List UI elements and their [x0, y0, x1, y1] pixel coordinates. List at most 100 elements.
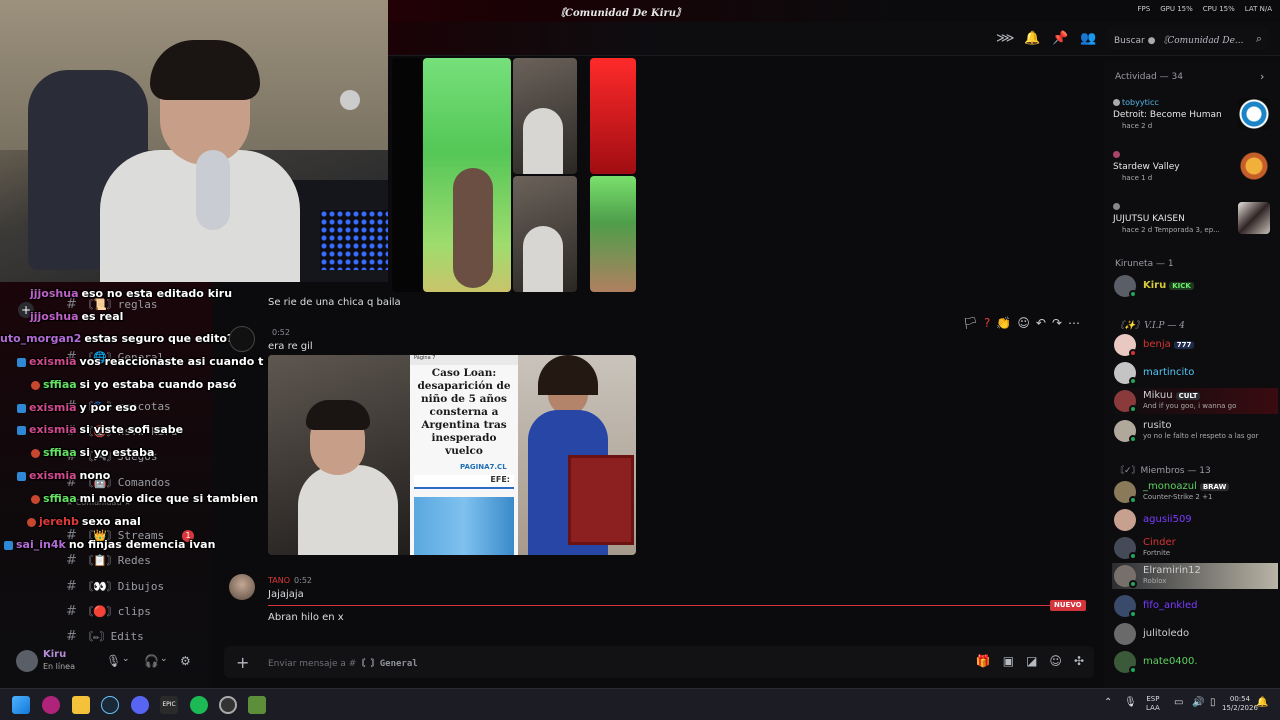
gear-icon[interactable]: ⚙: [180, 654, 191, 668]
member-monoazul[interactable]: _monoazul BRAW Counter-Strike 2 +1: [1112, 479, 1278, 505]
microphone-icon[interactable]: 🎙: [106, 654, 121, 668]
image-attachment[interactable]: [590, 176, 636, 292]
activity-card[interactable]: JUJUTSU KAISEN hace 2 d Temporada 3, ep.…: [1112, 202, 1276, 246]
search-icon: ⌕: [1255, 32, 1262, 45]
image-attachment[interactable]: [392, 58, 422, 292]
message-text: Se rie de una chica q baila: [268, 297, 401, 308]
forward-icon[interactable]: ↷: [1052, 316, 1062, 330]
activity-card[interactable]: Stardew Valley hace 1 d: [1112, 150, 1276, 194]
notification-icon[interactable]: 🔔: [1256, 698, 1268, 708]
system-stats-overlay: FPS GPU 15% CPU 15% LAT N/A: [1138, 5, 1273, 13]
fps-stat: FPS: [1137, 5, 1151, 13]
activity-card[interactable]: tobyyticc Detroit: Become Human hace 2 d: [1112, 98, 1276, 142]
search-input[interactable]: Buscar ● 〘Comunidad De... ⌕: [1108, 28, 1268, 50]
cpu-stat: CPU 15%: [1202, 5, 1235, 13]
windows-taskbar: EPIC ⌃ 🎙 ESP LAA ▭ 🔊 ▯ 00:54 15/2/2026 🔔: [0, 688, 1280, 720]
image-attachment[interactable]: [590, 58, 636, 174]
member-agusii509[interactable]: agusii509: [1112, 507, 1278, 533]
user-status: En línea: [43, 662, 76, 671]
member-benja[interactable]: benja 777: [1112, 332, 1278, 358]
channel-clips[interactable]: # 〘🔴〙clips: [66, 603, 206, 621]
discord-icon[interactable]: [131, 696, 149, 714]
reaction-clap-icon[interactable]: 👏: [996, 316, 1011, 330]
member-cinder[interactable]: Cinder Fortnite: [1112, 535, 1278, 561]
image-attachment[interactable]: [423, 58, 511, 292]
add-reaction-icon[interactable]: ☺: [1017, 316, 1030, 330]
message-composer[interactable]: + Enviar mensaje a #〘 〙General 🎁 ▣ ◪ ☺ ✣: [224, 646, 1094, 678]
battery-icon[interactable]: ▯: [1210, 698, 1216, 708]
sticker-icon[interactable]: ◪: [1026, 654, 1037, 668]
spotify-icon[interactable]: [190, 696, 208, 714]
member-martincito[interactable]: martincito: [1112, 360, 1278, 386]
channel-redes[interactable]: # 〘📋〙Redes: [66, 552, 206, 570]
role-header-miembros: 〘✓〙Miembros — 13: [1115, 466, 1211, 476]
member-fifo-ankled[interactable]: fifo_ankled: [1112, 593, 1278, 619]
emoji-icon[interactable]: ☺: [1049, 654, 1062, 668]
add-attachment-icon[interactable]: +: [236, 653, 249, 672]
clock[interactable]: 00:54 15/2/2026: [1222, 695, 1258, 713]
chevron-down-icon[interactable]: ⌄: [122, 654, 130, 664]
keyboard: [320, 210, 388, 270]
reaction-question-icon[interactable]: ?: [984, 316, 990, 330]
minecraft-icon[interactable]: [248, 696, 266, 714]
obs-icon[interactable]: [219, 696, 237, 714]
avatar[interactable]: [16, 650, 38, 672]
volume-icon[interactable]: 🔊: [1192, 698, 1204, 708]
role-header-kiruneta: Kiruneta — 1: [1115, 259, 1174, 269]
network-icon[interactable]: ▭: [1174, 698, 1183, 708]
channel-edits[interactable]: # 〘✏〙Edits: [66, 628, 206, 646]
apps-icon[interactable]: ✣: [1074, 654, 1084, 668]
member-julitoledo[interactable]: julitoledo: [1112, 621, 1278, 647]
folder-icon[interactable]: [72, 696, 90, 714]
reply-icon[interactable]: ↶: [1036, 316, 1046, 330]
role-header-vip: 〘✨〙V.I.P — 4: [1115, 321, 1185, 331]
image-attachment[interactable]: [513, 176, 577, 292]
pin-icon[interactable]: 📌: [1052, 31, 1068, 47]
member-elramirin12[interactable]: Elramirin12 Roblox: [1112, 563, 1278, 589]
chat-line: jjjoshua eso no esta editado kiru: [30, 287, 233, 300]
gif-icon[interactable]: ▣: [1003, 654, 1014, 668]
chevron-down-icon[interactable]: ⌄: [160, 654, 168, 664]
steam-icon[interactable]: [101, 696, 119, 714]
member-rusito[interactable]: rusito yo no le falto el respeto a las g…: [1112, 418, 1278, 444]
bell-icon[interactable]: 🔔: [1024, 31, 1040, 47]
image-attachment[interactable]: [513, 58, 577, 174]
member-mate0400[interactable]: mate0400.: [1112, 649, 1278, 675]
message-actions-bar: 🏳 ? 👏 ☺ ↶ ↷ ⋯: [938, 313, 1080, 333]
channel-dibujos[interactable]: # 〘👀〙Dibujos: [66, 578, 206, 596]
member-kiru[interactable]: Kiru KICK: [1112, 273, 1278, 299]
chat-line: sffiaa si yo estaba: [31, 446, 154, 459]
message-text: Abran hilo en x: [268, 612, 344, 623]
threads-icon[interactable]: ⋙: [996, 31, 1015, 47]
member-mikuu[interactable]: Mikuu CULT And if you goo, i wanna go: [1112, 388, 1278, 414]
game-thumbnail: [1238, 98, 1270, 130]
app-icon[interactable]: [42, 696, 60, 714]
avatar[interactable]: [229, 326, 255, 352]
headphones-icon[interactable]: 🎧: [144, 654, 159, 668]
chat-line: jerehb sexo anal: [27, 515, 141, 528]
image-attachment[interactable]: Página 7 Caso Loan: desaparición de niño…: [268, 355, 636, 555]
message-header: TANO 0:52: [268, 576, 312, 585]
game-thumbnail: [1238, 150, 1270, 182]
avatar[interactable]: [229, 574, 255, 600]
reaction-rainbow-flag-icon[interactable]: 🏳: [963, 316, 978, 330]
members-sidebar: Actividad — 34 › tobyyticc Detroit: Beco…: [1104, 60, 1280, 688]
members-list-icon[interactable]: 👥: [1080, 31, 1096, 47]
chat-line: sai_in4k no finjas demencia ivan: [4, 538, 215, 551]
latency-stat: LAT N/A: [1244, 5, 1272, 13]
chevron-up-icon[interactable]: ⌃: [1104, 698, 1112, 708]
message-input[interactable]: Enviar mensaje a #〘 〙General: [268, 656, 418, 669]
epic-games-icon[interactable]: EPIC: [160, 696, 178, 714]
gift-icon[interactable]: 🎁: [976, 654, 991, 668]
new-messages-badge: NUEVO: [1050, 600, 1086, 611]
chevron-right-icon[interactable]: ›: [1260, 70, 1264, 83]
activity-header: Actividad — 34: [1115, 72, 1183, 82]
chat-line: uto_morgan2 estas seguro que edito?: [0, 332, 234, 345]
start-icon[interactable]: [12, 696, 30, 714]
more-icon[interactable]: ⋯: [1068, 316, 1080, 330]
microphone-icon[interactable]: 🎙: [1124, 698, 1137, 708]
gpu-stat: GPU 15%: [1160, 5, 1193, 13]
window-title: 〘Comunidad De Kiru〙: [555, 8, 687, 19]
language-indicator[interactable]: ESP LAA: [1146, 695, 1160, 713]
message-text: Jajajaja: [268, 589, 304, 600]
